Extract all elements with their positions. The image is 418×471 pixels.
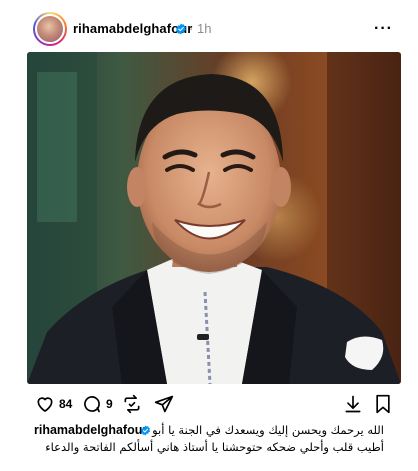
- like-count[interactable]: 84: [59, 397, 72, 411]
- download-icon[interactable]: [343, 394, 363, 414]
- avatar-image: [35, 14, 65, 44]
- portrait-image: [27, 52, 401, 384]
- comment-count[interactable]: 9: [106, 397, 113, 411]
- caption-text-line-1: الله يرحمك ويحسن إليك ويسعدك في الجنة يا…: [152, 423, 384, 437]
- post-photo[interactable]: [27, 52, 401, 384]
- time-separator: ·: [189, 21, 194, 36]
- post-actions: 84 9: [0, 388, 418, 418]
- heart-icon[interactable]: [35, 394, 55, 414]
- verified-icon: [140, 425, 151, 436]
- post-header: rihamabdelghafour · 1h ···: [0, 0, 418, 52]
- caption-username[interactable]: rihamabdelghafour: [34, 423, 147, 437]
- share-icon[interactable]: [154, 394, 174, 414]
- caption-text-line-2: أطيب قلب وأحلي ضحكه حتوحشنا يا أستاذ هان…: [45, 440, 384, 454]
- post-time[interactable]: 1h: [197, 21, 211, 36]
- comment-icon[interactable]: [82, 394, 102, 414]
- more-options-button[interactable]: ···: [374, 20, 393, 38]
- bookmark-icon[interactable]: [374, 394, 392, 414]
- verified-icon: [176, 23, 186, 35]
- avatar[interactable]: [33, 12, 67, 46]
- repost-icon[interactable]: [122, 394, 142, 414]
